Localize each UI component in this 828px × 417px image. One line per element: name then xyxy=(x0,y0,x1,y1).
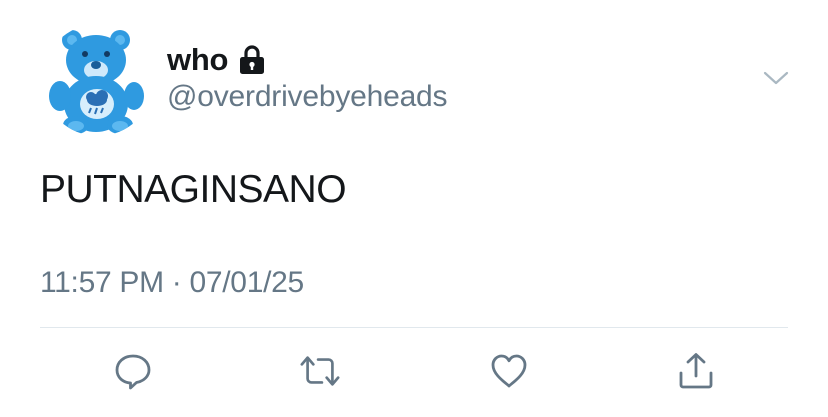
tweet-date: 07/01/25 xyxy=(189,266,305,299)
user-name-row[interactable]: who xyxy=(167,40,266,80)
display-name[interactable]: who xyxy=(167,42,228,78)
like-button[interactable] xyxy=(488,350,530,392)
divider xyxy=(40,327,788,328)
share-button[interactable] xyxy=(675,350,717,392)
reply-button[interactable] xyxy=(112,350,154,392)
user-handle[interactable]: @overdrivebyeheads xyxy=(167,80,448,114)
tweet-text: PUTNAGINSANO xyxy=(40,168,347,211)
chevron-down-icon[interactable] xyxy=(760,64,792,92)
tweet-time: 11:57 PM xyxy=(40,266,164,299)
meta-separator: · xyxy=(171,266,182,299)
reply-icon xyxy=(115,354,151,390)
avatar[interactable] xyxy=(42,24,154,136)
share-icon xyxy=(679,353,713,389)
lock-icon xyxy=(238,45,266,75)
heart-icon xyxy=(491,354,527,388)
tweet-card: who @overdrivebyeheads PUTNAGINSANO 11:5… xyxy=(0,0,828,417)
retweet-button[interactable] xyxy=(299,350,341,392)
blue-care-bear-avatar xyxy=(42,24,154,136)
tweet-timestamp[interactable]: 11:57 PM · 07/01/25 xyxy=(40,266,304,300)
retweet-icon xyxy=(300,356,340,386)
